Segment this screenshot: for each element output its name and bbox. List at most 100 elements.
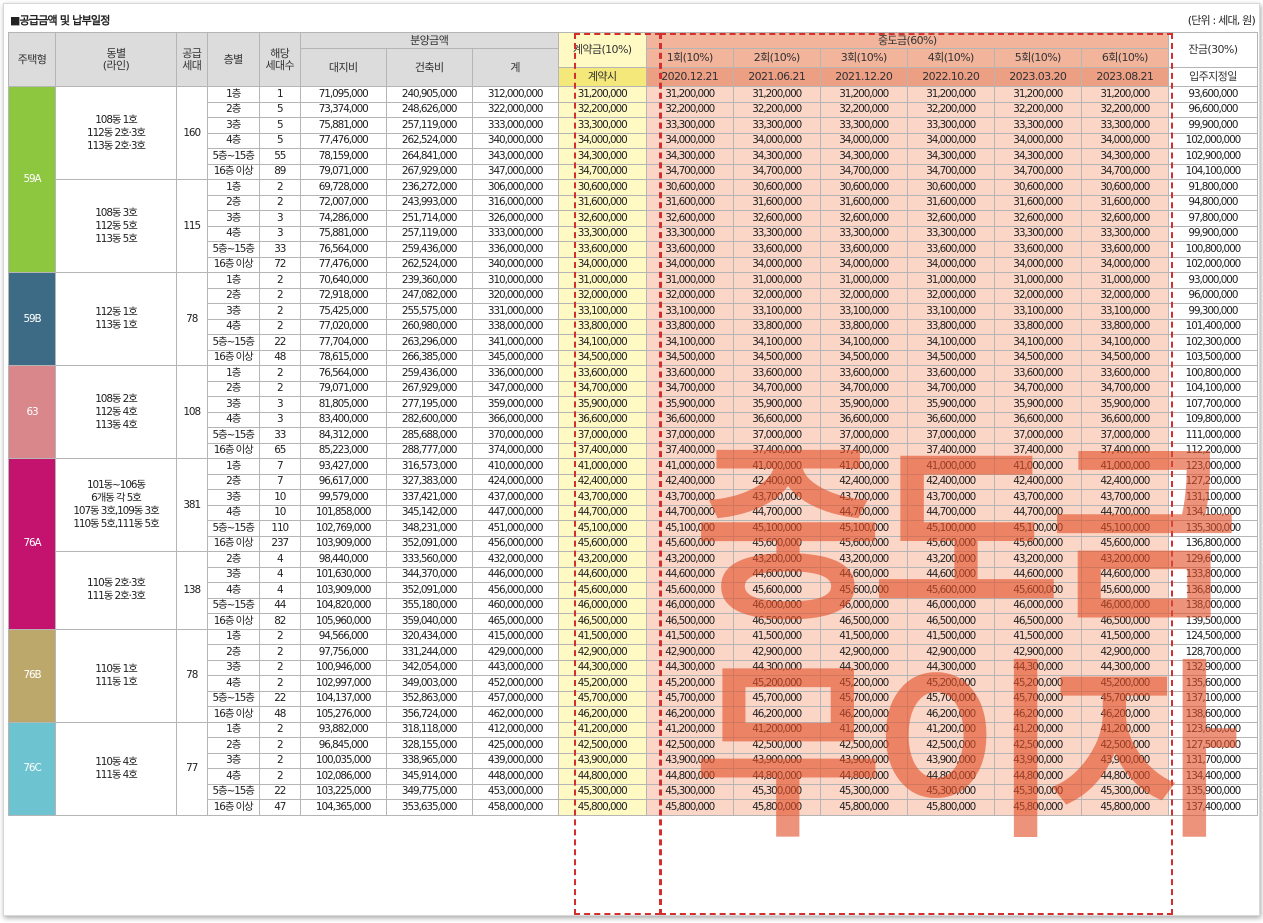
middle-payment-cell-1: 33,600,000	[645, 241, 734, 258]
middle-payment-cell-6: 46,500,000	[1080, 613, 1169, 630]
middle-payment-cell-5: 32,000,000	[993, 287, 1082, 304]
middle-payment-cell-6: 42,500,000	[1080, 737, 1169, 754]
build-price-cell: 267,929,000	[385, 380, 473, 397]
land-price-cell: 84,312,000	[299, 427, 387, 444]
floor-cell: 3층	[206, 117, 260, 134]
contract-payment-cell: 45,700,000	[557, 690, 647, 707]
unit-count-cell: 2	[258, 365, 301, 382]
middle-payment-cell-6: 31,600,000	[1080, 194, 1169, 211]
middle-payment-cell-1: 42,400,000	[645, 473, 734, 490]
header-price: 분양금액	[299, 32, 559, 49]
middle-payment-cell-2: 34,300,000	[732, 148, 821, 165]
total-price-cell: 447,000,000	[471, 504, 559, 521]
middle-payment-cell-3: 45,600,000	[819, 582, 908, 599]
total-price-cell: 410,000,000	[471, 458, 559, 475]
middle-payment-cell-4: 31,600,000	[906, 194, 995, 211]
build-price-cell: 356,724,000	[385, 706, 473, 723]
middle-payment-cell-3: 30,600,000	[819, 179, 908, 196]
balance-payment-cell: 96,000,000	[1167, 287, 1259, 304]
contract-payment-cell: 42,900,000	[557, 644, 647, 661]
middle-payment-cell-2: 36,600,000	[732, 411, 821, 428]
land-price-cell: 103,225,000	[299, 783, 387, 800]
floor-cell: 3층	[206, 303, 260, 320]
total-price-cell: 312,000,000	[471, 86, 559, 103]
contract-payment-cell: 42,400,000	[557, 473, 647, 490]
header-middle-1: 1회(10%)	[645, 48, 734, 68]
middle-payment-cell-5: 34,500,000	[993, 349, 1082, 366]
middle-payment-cell-5: 46,000,000	[993, 597, 1082, 614]
header-count: 해당 세대수	[258, 32, 301, 87]
middle-payment-cell-2: 33,300,000	[732, 117, 821, 134]
middle-payment-cell-4: 32,000,000	[906, 287, 995, 304]
middle-payment-cell-3: 42,400,000	[819, 473, 908, 490]
middle-payment-cell-4: 44,700,000	[906, 504, 995, 521]
land-price-cell: 93,427,000	[299, 458, 387, 475]
contract-payment-cell: 43,900,000	[557, 752, 647, 769]
middle-payment-cell-3: 34,300,000	[819, 148, 908, 165]
floor-cell: 2층	[206, 101, 260, 118]
middle-payment-cell-1: 31,200,000	[645, 86, 734, 103]
floor-cell: 3층	[206, 752, 260, 769]
unit-count-cell: 55	[258, 148, 301, 165]
middle-payment-cell-2: 42,900,000	[732, 644, 821, 661]
floor-cell: 4층	[206, 582, 260, 599]
floor-cell: 16층 이상	[206, 349, 260, 366]
middle-payment-cell-4: 41,200,000	[906, 721, 995, 738]
unit-count-cell: 4	[258, 551, 301, 568]
header-contract-when: 계약시	[557, 67, 647, 87]
middle-payment-cell-2: 30,600,000	[732, 179, 821, 196]
unit-type-cell: 76C	[7, 721, 57, 816]
land-price-cell: 104,137,000	[299, 690, 387, 707]
unit-count-cell: 2	[258, 737, 301, 754]
build-price-cell: 342,054,000	[385, 659, 473, 676]
middle-payment-cell-5: 44,300,000	[993, 659, 1082, 676]
contract-payment-cell: 37,000,000	[557, 427, 647, 444]
middle-payment-cell-2: 41,000,000	[732, 458, 821, 475]
middle-payment-cell-1: 30,600,000	[645, 179, 734, 196]
middle-payment-cell-1: 37,400,000	[645, 442, 734, 459]
build-price-cell: 239,360,000	[385, 272, 473, 289]
middle-payment-cell-3: 32,200,000	[819, 101, 908, 118]
total-price-cell: 452,000,000	[471, 675, 559, 692]
contract-payment-cell: 34,300,000	[557, 148, 647, 165]
build-price-cell: 333,560,000	[385, 551, 473, 568]
middle-payment-cell-6: 42,900,000	[1080, 644, 1169, 661]
middle-payment-cell-3: 41,500,000	[819, 628, 908, 645]
middle-payment-cell-4: 44,800,000	[906, 768, 995, 785]
middle-payment-cell-5: 41,200,000	[993, 721, 1082, 738]
balance-payment-cell: 109,800,000	[1167, 411, 1259, 428]
floor-cell: 16층 이상	[206, 706, 260, 723]
middle-payment-cell-3: 42,500,000	[819, 737, 908, 754]
unit-count-cell: 2	[258, 644, 301, 661]
middle-payment-cell-3: 31,000,000	[819, 272, 908, 289]
floor-cell: 3층	[206, 210, 260, 227]
land-price-cell: 99,579,000	[299, 489, 387, 506]
middle-payment-cell-5: 34,700,000	[993, 380, 1082, 397]
middle-payment-cell-3: 37,400,000	[819, 442, 908, 459]
middle-payment-cell-2: 31,200,000	[732, 86, 821, 103]
build-price-cell: 257,119,000	[385, 117, 473, 134]
build-price-cell: 257,119,000	[385, 225, 473, 242]
middle-payment-cell-5: 31,600,000	[993, 194, 1082, 211]
middle-payment-cell-2: 31,600,000	[732, 194, 821, 211]
table-row: 63 108동 2호 112동 4호 113동 4호 108 1층 2 76,564,00…	[7, 365, 1259, 459]
balance-payment-cell: 135,300,000	[1167, 520, 1259, 537]
middle-payment-cell-5: 34,100,000	[993, 334, 1082, 351]
build-price-cell: 259,436,000	[385, 365, 473, 382]
build-price-cell: 320,434,000	[385, 628, 473, 645]
middle-payment-cell-3: 43,700,000	[819, 489, 908, 506]
floor-cell: 2층	[206, 644, 260, 661]
middle-payment-cell-3: 44,800,000	[819, 768, 908, 785]
land-price-cell: 97,756,000	[299, 644, 387, 661]
middle-payment-cell-2: 34,000,000	[732, 132, 821, 149]
middle-payment-cell-2: 32,600,000	[732, 210, 821, 227]
middle-payment-cell-2: 45,600,000	[732, 582, 821, 599]
dong-line-cell: 110동 2호·3호 111동 2호·3호	[55, 551, 177, 630]
middle-payment-cell-1: 33,600,000	[645, 365, 734, 382]
middle-payment-cell-3: 34,500,000	[819, 349, 908, 366]
total-price-cell: 336,000,000	[471, 365, 559, 382]
unit-count-cell: 22	[258, 783, 301, 800]
balance-payment-cell: 99,900,000	[1167, 225, 1259, 242]
unit-type-cell: 59A	[7, 86, 57, 273]
middle-payment-cell-1: 43,900,000	[645, 752, 734, 769]
